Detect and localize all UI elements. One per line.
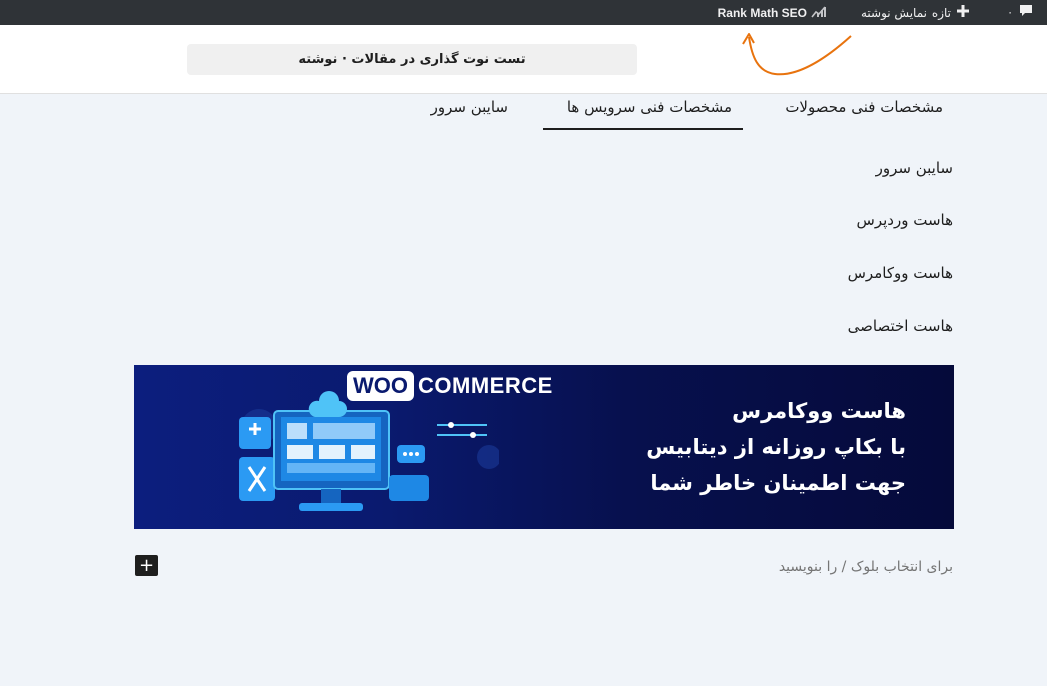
banner-headline: هاست ووکامرس با بکاپ روزانه از دیتابیس ج…: [566, 393, 906, 501]
plus-icon: [956, 4, 970, 21]
banner-line-2: با بکاپ روزانه از دیتابیس: [646, 435, 906, 459]
banner-line-1: هاست ووکامرس: [732, 399, 906, 423]
list-item[interactable]: سایبن سرور: [876, 159, 953, 177]
admin-bar: ۰ تازه نمایش نوشته Rank Math SEO: [0, 0, 1047, 25]
plus-icon: +: [138, 554, 155, 576]
comments-link[interactable]: ۰: [1007, 0, 1033, 25]
rank-math-label: Rank Math SEO: [717, 5, 807, 20]
new-label: تازه: [931, 5, 951, 20]
list-item[interactable]: هاست ووکامرس: [848, 264, 953, 282]
rank-math-icon: [811, 5, 827, 21]
view-post-link[interactable]: نمایش نوشته: [861, 0, 927, 25]
new-content-link[interactable]: تازه: [932, 0, 970, 25]
tab-product-specs[interactable]: مشخصات فنی محصولات: [785, 98, 943, 128]
tab-service-specs[interactable]: مشخصات فنی سرویس ها: [567, 98, 732, 128]
comment-icon: [1019, 4, 1033, 21]
document-title-bar[interactable]: تست نوت گذاری در مقالات · نوشته: [187, 44, 637, 75]
list-item[interactable]: هاست اختصاصی: [848, 317, 953, 335]
woocommerce-hosting-banner[interactable]: WOO COMMERCE هاست ووکامرس با بکاپ روزانه…: [134, 365, 954, 529]
tab-cyber-server[interactable]: سایبن سرور: [431, 98, 508, 128]
editor-header: تست نوت گذاری در مقالات · نوشته: [0, 25, 1047, 94]
block-placeholder[interactable]: برای انتخاب بلوک / را بنویسید: [779, 559, 953, 575]
comments-count: ۰: [1007, 6, 1013, 19]
list-item[interactable]: هاست وردپرس: [857, 211, 953, 229]
rank-math-menu[interactable]: Rank Math SEO: [718, 0, 827, 25]
active-tab-indicator: [543, 128, 743, 130]
banner-line-3: جهت اطمینان خاطر شما: [650, 471, 906, 495]
computer-illustration: [239, 391, 499, 511]
annotation-arrow: [742, 33, 852, 76]
add-block-button[interactable]: +: [135, 555, 158, 576]
